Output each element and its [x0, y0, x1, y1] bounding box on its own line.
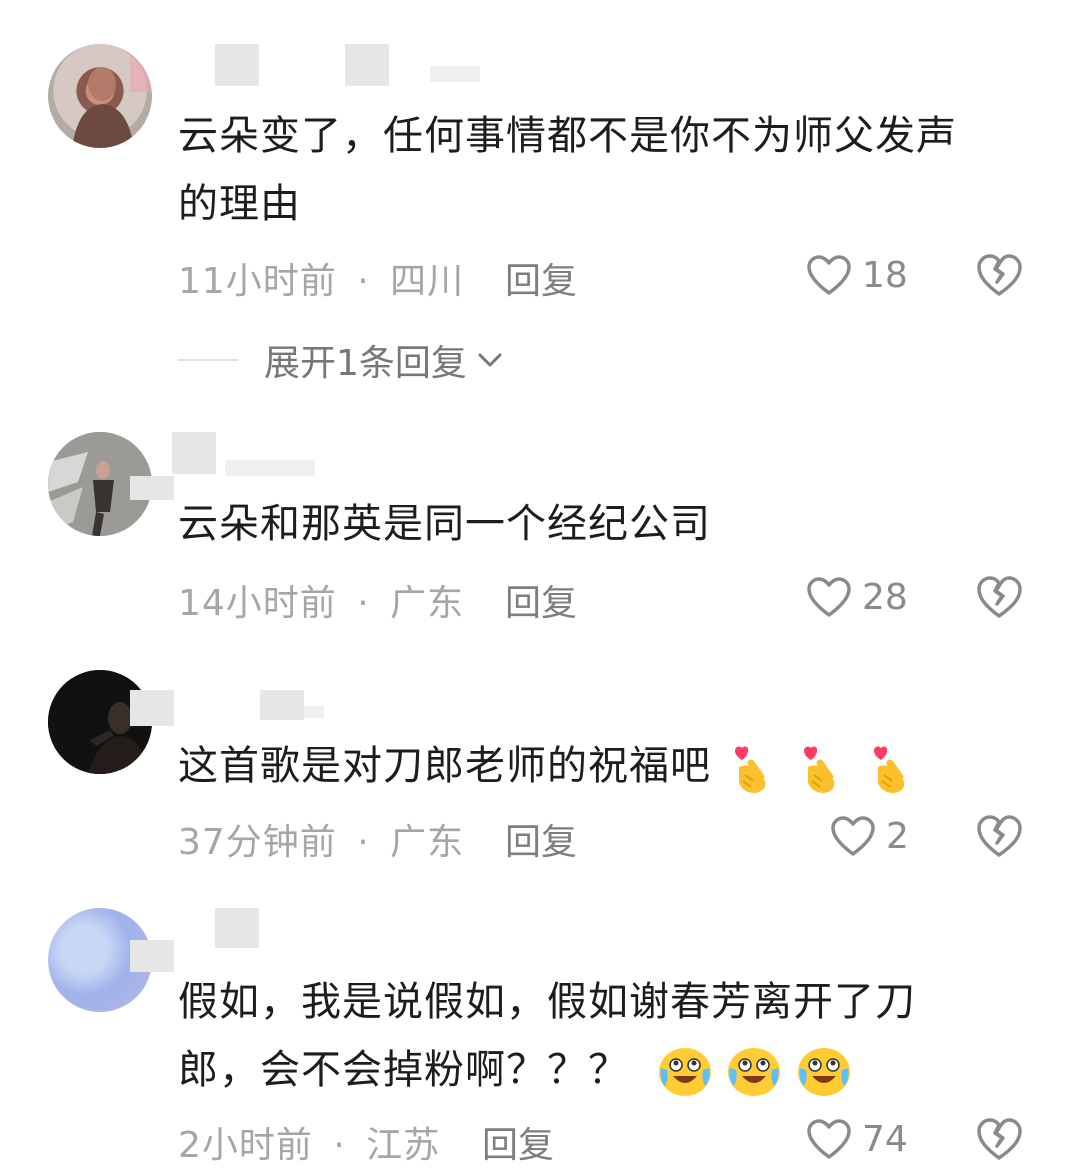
expand-divider: [178, 359, 238, 361]
username-redaction: [215, 908, 259, 948]
comment-text: 云朵变了，任何事情都不是你不为师父发声 的理由: [178, 102, 1038, 238]
meta-separator: ·: [333, 1125, 346, 1166]
heart-outline-icon: [831, 816, 875, 856]
username-redaction: [304, 706, 324, 718]
comment-location: 四川: [390, 261, 465, 302]
broken-heart-icon[interactable]: [974, 1114, 1024, 1164]
heart-outline-icon: [807, 577, 851, 617]
emoji-group: [643, 1047, 852, 1096]
username-redaction: [130, 940, 174, 972]
heart-outline-icon: [807, 1119, 851, 1159]
comment-time: 14小时前: [178, 583, 337, 624]
comment-text-line: 假如，我是说假如，假如谢春芳离开了刀: [178, 979, 916, 1025]
crying-laughing-emoji: [728, 1048, 781, 1096]
like-button[interactable]: 18: [806, 250, 908, 300]
broken-heart-icon[interactable]: [974, 572, 1024, 622]
comment-meta: 11小时前 · 四川: [178, 252, 464, 304]
comment-location: 广东: [390, 583, 465, 624]
username-redaction: [430, 66, 480, 82]
comment-time: 37分钟前: [178, 822, 337, 863]
comment-meta: 14小时前 · 广东: [178, 574, 464, 626]
comment-time: 11小时前: [178, 261, 337, 302]
like-count: 28: [862, 576, 908, 618]
comment-text: 这首歌是对刀郎老师的祝福吧: [178, 732, 1038, 800]
reply-button[interactable]: 回复: [505, 252, 577, 304]
finger-heart-emoji: [804, 746, 835, 793]
like-count: 74: [862, 1118, 908, 1160]
username-redaction: [215, 44, 259, 86]
reply-button[interactable]: 回复: [505, 813, 577, 865]
broken-heart-icon[interactable]: [974, 250, 1024, 300]
expand-replies[interactable]: 展开1条回复: [178, 335, 507, 385]
username-redaction: [260, 690, 304, 720]
meta-separator: ·: [357, 583, 370, 624]
username-redaction: [130, 476, 174, 500]
comment-text-line: 的理由: [178, 181, 301, 227]
finger-heart-emoji: [734, 746, 766, 793]
comment-text-content: 这首歌是对刀郎老师的祝福吧: [178, 743, 711, 789]
crying-laughing-emoji: [798, 1048, 851, 1096]
username-redaction: [172, 432, 216, 474]
like-button[interactable]: 28: [806, 572, 908, 622]
comment-meta: 37分钟前 · 广东: [178, 813, 464, 865]
like-button[interactable]: 74: [806, 1114, 908, 1164]
emoji-group: [711, 743, 914, 793]
crying-laughing-emoji: [658, 1048, 711, 1096]
meta-separator: ·: [357, 261, 370, 302]
reply-button[interactable]: 回复: [505, 574, 577, 626]
heart-outline-icon: [807, 255, 851, 295]
avatar[interactable]: [48, 44, 152, 148]
chevron-down-icon: [478, 353, 502, 367]
meta-separator: ·: [357, 822, 370, 863]
comment-meta: 2小时前 · 江苏: [178, 1116, 440, 1168]
comment-text: 假如，我是说假如，假如谢春芳离开了刀 郎，会不会掉粉啊？？？: [178, 968, 1038, 1104]
username-redaction: [345, 44, 389, 86]
comment-location: 广东: [390, 822, 465, 863]
comment-text: 云朵和那英是同一个经纪公司: [178, 501, 711, 547]
comment-location: 江苏: [366, 1125, 441, 1166]
like-count: 18: [862, 254, 908, 296]
comment-time: 2小时前: [178, 1125, 313, 1166]
like-count: 2: [886, 815, 909, 857]
broken-heart-icon[interactable]: [974, 811, 1024, 861]
finger-heart-emoji: [874, 746, 905, 793]
comment-text-line: 云朵变了，任何事情都不是你不为师父发声: [178, 113, 957, 159]
username-redaction: [225, 460, 315, 476]
comment-text-content: 郎，会不会掉粉啊？？？: [178, 1047, 629, 1093]
reply-button[interactable]: 回复: [482, 1116, 554, 1168]
expand-replies-label: 展开1条回复: [264, 343, 467, 384]
username-redaction: [130, 690, 174, 726]
like-button[interactable]: 2: [830, 811, 909, 861]
comment-text-line-2: 郎，会不会掉粉啊？？？: [178, 1036, 1038, 1104]
